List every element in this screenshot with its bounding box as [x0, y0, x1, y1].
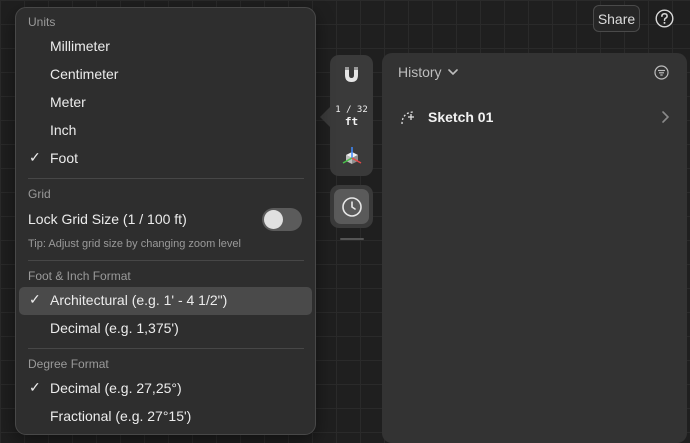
- axes-cube-icon[interactable]: [341, 145, 363, 167]
- menu-item-inch[interactable]: Inch: [19, 117, 312, 145]
- menu-divider: [28, 260, 304, 261]
- menu-item-meter[interactable]: Meter: [19, 89, 312, 117]
- history-item-sketch[interactable]: Sketch 01: [398, 105, 670, 129]
- menu-item-decimal-feet[interactable]: Decimal (e.g. 1,375'): [19, 315, 312, 343]
- menu-item-millimeter[interactable]: Millimeter: [19, 33, 312, 61]
- menu-item-foot[interactable]: ✓ Foot: [19, 145, 312, 173]
- help-icon[interactable]: [655, 9, 674, 28]
- toolbar-pointer: [320, 107, 330, 127]
- toolbar-drag-handle[interactable]: [340, 238, 364, 240]
- menu-item-architectural[interactable]: ✓ Architectural (e.g. 1' - 4 1/2"): [19, 287, 312, 315]
- menu-item-label: Decimal (e.g. 27,25°): [50, 380, 182, 396]
- section-header-foot-inch: Foot & Inch Format: [28, 269, 131, 283]
- menu-item-centimeter[interactable]: Centimeter: [19, 61, 312, 89]
- share-button[interactable]: Share: [593, 5, 640, 32]
- lock-grid-size-label: Lock Grid Size (1 / 100 ft): [28, 211, 187, 227]
- lock-grid-size-toggle[interactable]: [262, 208, 302, 231]
- units-settings-menu: Units Millimeter Centimeter Meter Inch ✓…: [15, 7, 316, 435]
- section-header-grid: Grid: [28, 187, 51, 201]
- history-toggle-container: [330, 185, 373, 228]
- checkmark-icon: ✓: [29, 149, 41, 165]
- menu-item-label: Centimeter: [50, 66, 119, 82]
- grid-scale-indicator[interactable]: 1 / 32 ft: [330, 104, 373, 128]
- menu-item-label: Foot: [50, 150, 79, 166]
- toggle-knob: [264, 210, 283, 229]
- grid-tip: Tip: Adjust grid size by changing zoom l…: [28, 238, 241, 250]
- history-title: History: [398, 64, 442, 80]
- checkmark-icon: ✓: [29, 379, 41, 395]
- sketch-icon: [401, 111, 414, 125]
- magnet-icon[interactable]: [341, 64, 362, 85]
- menu-divider: [28, 348, 304, 349]
- section-header-units: Units: [28, 15, 56, 29]
- history-panel: History Sketch 01: [382, 53, 687, 443]
- section-header-degree: Degree Format: [28, 357, 109, 371]
- lock-grid-size-row: Lock Grid Size (1 / 100 ft): [28, 208, 304, 232]
- menu-item-label: Inch: [50, 122, 77, 138]
- menu-item-fractional-degree[interactable]: Fractional (e.g. 27°15'): [19, 403, 312, 431]
- menu-item-label: Decimal (e.g. 1,375'): [50, 320, 179, 336]
- chevron-down-icon: [447, 68, 458, 75]
- history-item-label: Sketch 01: [428, 109, 494, 125]
- menu-item-label: Architectural (e.g. 1' - 4 1/2"): [50, 292, 228, 308]
- clock-icon: [341, 196, 362, 217]
- history-dropdown[interactable]: History: [398, 64, 458, 80]
- menu-item-label: Millimeter: [50, 38, 110, 54]
- menu-divider: [28, 178, 304, 179]
- checkmark-icon: ✓: [29, 291, 41, 307]
- menu-item-label: Fractional (e.g. 27°15'): [50, 408, 192, 424]
- menu-item-label: Meter: [50, 94, 86, 110]
- menu-item-decimal-degree[interactable]: ✓ Decimal (e.g. 27,25°): [19, 375, 312, 403]
- filter-icon[interactable]: [654, 65, 669, 80]
- scale-unit: ft: [344, 115, 359, 128]
- view-toolbar: 1 / 32 ft: [330, 55, 373, 176]
- history-toggle-button[interactable]: [334, 189, 369, 224]
- chevron-right-icon: [662, 111, 670, 123]
